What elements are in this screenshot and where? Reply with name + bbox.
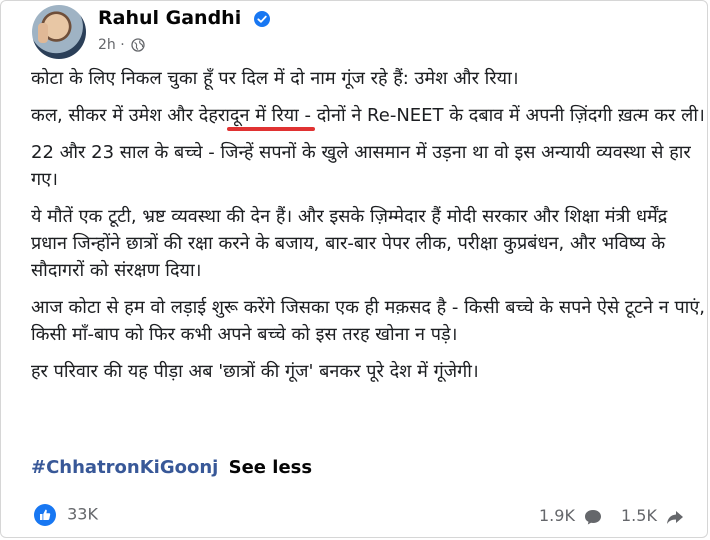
globe-icon: [131, 38, 145, 52]
author-name-text[interactable]: Rahul Gandhi: [98, 7, 241, 29]
red-annotation-underline: [227, 127, 315, 131]
reactions-count[interactable]: 33K: [34, 504, 98, 526]
post-paragraph: 22 और 23 साल के बच्चे - जिन्हें सपनों के…: [31, 142, 691, 190]
post-paragraph: कल, सीकर में उमेश और देहरादून में रिया -…: [31, 105, 705, 126]
post-paragraph: कोटा के लिए निकल चुका हूँ पर दिल में दो …: [31, 68, 519, 89]
comments-count[interactable]: 1.9K: [539, 506, 603, 527]
hashtag-link[interactable]: #ChhatronKiGoonj: [31, 457, 218, 478]
comments-count-text: 1.9K: [539, 506, 575, 525]
see-less-button[interactable]: See less: [229, 457, 312, 478]
author-name[interactable]: Rahul Gandhi: [98, 7, 270, 29]
share-icon: [667, 510, 684, 524]
post-body: कोटा के लिए निकल चुका हूँ पर दिल में दो …: [31, 65, 706, 395]
facebook-post: Rahul Gandhi 2h · कोटा के लिए निकल चुका …: [0, 0, 708, 538]
meta-separator: ·: [120, 37, 125, 53]
shares-count[interactable]: 1.5K: [621, 506, 685, 527]
post-footer: 33K 1.9K 1.5K: [1, 497, 709, 537]
avatar[interactable]: [32, 5, 86, 59]
post-paragraph: हर परिवार की यह पीड़ा अब 'छात्रों की गूं…: [31, 361, 479, 382]
shares-count-text: 1.5K: [621, 506, 657, 525]
post-paragraph: आज कोटा से हम वो लड़ाई शुरू करेंगे जिसका…: [31, 297, 706, 345]
verified-badge-icon: [253, 10, 270, 27]
post-paragraph: ये मौतें एक टूटी, भ्रष्ट व्यवस्था की देन…: [31, 206, 668, 281]
hashtag-line: #ChhatronKiGoonj See less: [31, 457, 312, 478]
post-meta: 2h ·: [98, 37, 145, 53]
like-icon: [34, 504, 56, 526]
likes-count: 33K: [67, 504, 98, 524]
comment-icon: [585, 509, 602, 524]
post-time[interactable]: 2h: [98, 37, 116, 53]
